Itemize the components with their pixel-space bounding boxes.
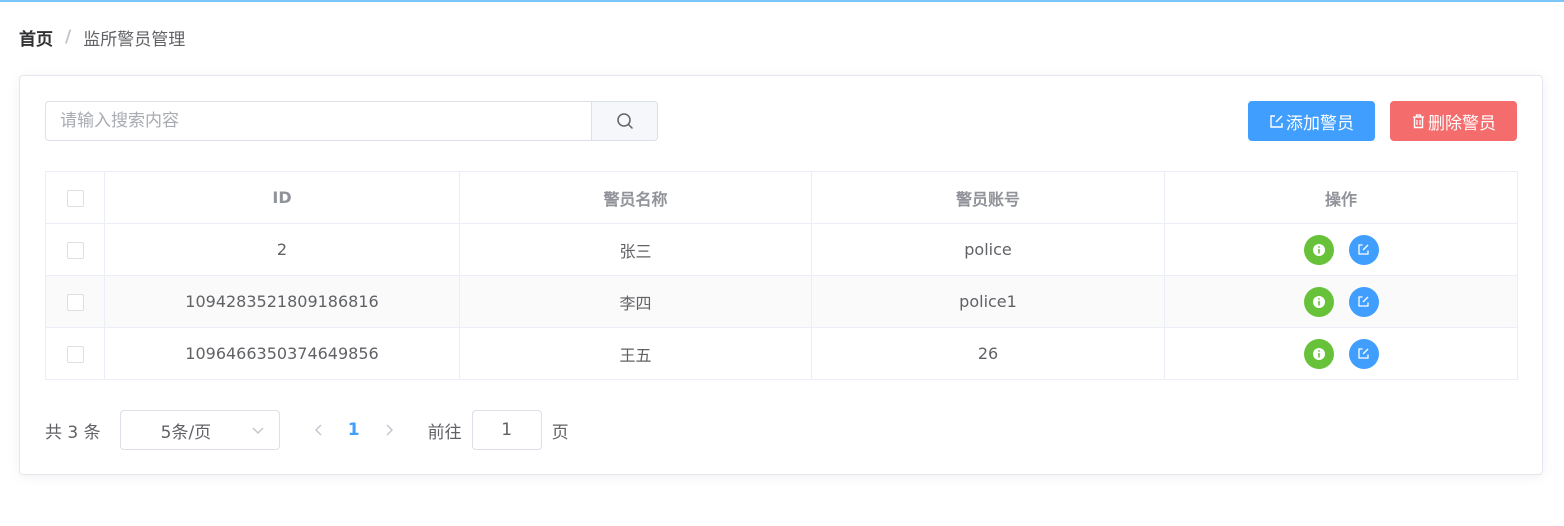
- column-header-id: ID: [104, 171, 460, 224]
- trash-icon: [1413, 114, 1424, 129]
- chevron-right-icon: [386, 424, 393, 436]
- next-page-button[interactable]: [374, 415, 404, 445]
- add-police-button[interactable]: 添加警员: [1248, 101, 1375, 141]
- select-all-cell: [45, 171, 105, 224]
- column-header-name: 警员名称: [459, 171, 812, 224]
- edit-icon: [1270, 114, 1283, 128]
- info-icon: [1312, 243, 1325, 256]
- row-select-cell: [45, 327, 105, 380]
- page-number-current[interactable]: 1: [334, 420, 374, 440]
- select-all-checkbox[interactable]: [66, 190, 84, 207]
- goto-page-input[interactable]: [471, 410, 542, 450]
- cell-id: 1094283521809186816: [104, 275, 460, 328]
- add-police-label: 添加警员: [1286, 113, 1354, 134]
- row-select-cell: [45, 275, 105, 328]
- search-button[interactable]: [591, 101, 658, 141]
- edit-icon: [1358, 244, 1369, 255]
- edit-button[interactable]: [1348, 234, 1379, 265]
- edit-button[interactable]: [1348, 286, 1379, 317]
- delete-police-label: 删除警员: [1428, 113, 1496, 134]
- page-size-value: 5条/页: [160, 422, 212, 443]
- detail-button[interactable]: [1303, 338, 1334, 369]
- table-row: 1096466350374649856 王五 26: [45, 327, 1518, 380]
- cell-account: 26: [811, 327, 1165, 380]
- goto-label: 前往: [427, 422, 462, 443]
- row-checkbox[interactable]: [66, 294, 84, 311]
- table-row: 1094283521809186816 李四 police1: [45, 275, 1518, 328]
- cell-actions: [1164, 327, 1518, 380]
- cell-id: 1096466350374649856: [104, 327, 460, 380]
- edit-icon: [1358, 296, 1369, 307]
- cell-account: police1: [811, 275, 1165, 328]
- search-bar: [45, 101, 658, 141]
- cell-name: 张三: [459, 223, 812, 276]
- breadcrumb-current: 监所警员管理: [83, 29, 186, 50]
- info-icon: [1312, 295, 1325, 308]
- search-icon: [616, 113, 633, 129]
- cell-actions: [1164, 223, 1518, 276]
- detail-button[interactable]: [1303, 286, 1334, 317]
- goto-suffix: 页: [551, 422, 569, 443]
- detail-button[interactable]: [1303, 234, 1334, 265]
- row-select-cell: [45, 223, 105, 276]
- cell-account: police: [811, 223, 1165, 276]
- police-table: ID 警员名称 警员账号 操作 2 张三 police 109428352180…: [45, 171, 1518, 380]
- prev-page-button[interactable]: [304, 415, 334, 445]
- row-checkbox[interactable]: [66, 242, 84, 259]
- breadcrumb-home[interactable]: 首页: [19, 25, 53, 50]
- table-header-row: ID 警员名称 警员账号 操作: [45, 171, 1518, 224]
- column-header-account: 警员账号: [811, 171, 1165, 224]
- cell-name: 李四: [459, 275, 812, 328]
- content-card: 添加警员 删除警员 ID 警员名称 警员账号 操作 2: [19, 75, 1543, 475]
- page-size-select[interactable]: 5条/页: [119, 410, 280, 450]
- row-checkbox[interactable]: [66, 346, 84, 363]
- cell-actions: [1164, 275, 1518, 328]
- search-input[interactable]: [45, 101, 591, 141]
- edit-icon: [1358, 348, 1369, 359]
- top-accent-line: [0, 0, 1564, 2]
- chevron-left-icon: [314, 424, 322, 436]
- breadcrumb-separator: /: [65, 27, 72, 47]
- delete-police-button[interactable]: 删除警员: [1390, 101, 1517, 141]
- info-icon: [1312, 347, 1325, 360]
- breadcrumb: 首页 / 监所警员管理: [19, 25, 186, 50]
- cell-name: 王五: [459, 327, 812, 380]
- column-header-actions: 操作: [1164, 171, 1518, 224]
- pagination-total: 共 3 条: [45, 422, 101, 443]
- cell-id: 2: [104, 223, 460, 276]
- edit-button[interactable]: [1348, 338, 1379, 369]
- table-row: 2 张三 police: [45, 223, 1518, 276]
- pagination: 共 3 条 5条/页 1 前往 页: [45, 410, 569, 450]
- chevron-down-icon: [252, 427, 264, 434]
